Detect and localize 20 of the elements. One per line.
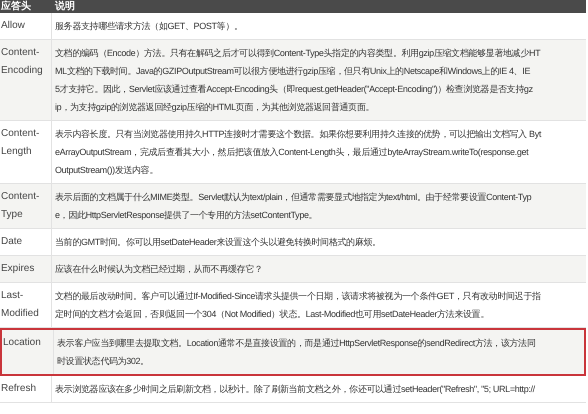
header-name: Last- Modified <box>1 289 40 321</box>
header-name: Location <box>3 336 42 350</box>
description-text: 当前的GMT时间。你可以用setDateHeader来设置这个头以避免转换时间格式的麻烦。 <box>55 236 381 249</box>
description-text: 表示浏览器应该在多少时间之后刷新文档，以秒计。除了刷新当前文档之外，你还可以通过setHeader("Refresh", "5; URL=http:// <box>55 383 535 396</box>
column-header: 说明 <box>54 1 75 13</box>
description-text: 文档的编码（Encode）方法。只有在解码之后才可以得到Content-Type头指定的内容类型。利用gzip压缩文档能够显著地减少HT ML文档的下载时间。Java的GZIPOutputStream可以很方便地进行gzip压缩，但只有Unix上的Netscape和Windows上的IE 4、IE 5才支持它。因此，Servlet应该通过查看Accept-Encoding头（即request.getHeader("Accept-Encoding")）检查浏览器是否支持gz ip，为支持gzip的浏览器返回经gzip压缩的HTML页面，为其他浏览器返回普通页面。 <box>55 47 540 114</box>
description-text: 表示后面的文档属于什么MIME类型。Servlet默认为text/plain，但通常需要显式地指定为text/html。由于经常要设置Content-Typ e，因此HttpServletResponse提供了一个专用的方法setContentType。 <box>55 191 532 222</box>
header-name: Content- Encoding <box>1 46 44 78</box>
header-name: Refresh <box>1 382 38 396</box>
header-name: Date <box>1 235 24 249</box>
header-name: Content- Length <box>1 127 40 159</box>
description-text: 应该在什么时候认为文档已经过期，从而不再缓存它？ <box>55 263 263 276</box>
header-name: Content- Type <box>1 190 40 222</box>
description-text: 文档的最后改动时间。客户可以通过If-Modified-Since请求头提供一个日期，该请求将被视为一个条件GET，只有改动时间迟于指 定时间的文档才会返回，否则返回一个304（Not Modified）状态。Last-Modified也可用setDateHeader方法来设置。 <box>55 290 541 321</box>
header-name: Allow <box>1 19 26 33</box>
column-header: 应答头 <box>0 1 32 13</box>
description-text: 表示客户应当到哪里去提取文档。Location通常不是直接设置的，而是通过HttpServletResponse的sendRedirect方法，该方法同 时设置状态代码为302。 <box>57 337 536 368</box>
description-text: 表示内容长度。只有当浏览器使用持久HTTP连接时才需要这个数据。如果你想要利用持久连接的优势，可以把输出文档写入 Byt eArrayOutputStream，完成后查看其大小，然后把该值放入Content-Length头，最后通过byteArrayStream.writeTo(response.get OutputStream())发送内容。 <box>55 128 542 177</box>
description-text: 服务器支持哪些请求方法（如GET、POST等）。 <box>55 20 243 33</box>
header-name: Expires <box>1 262 36 276</box>
